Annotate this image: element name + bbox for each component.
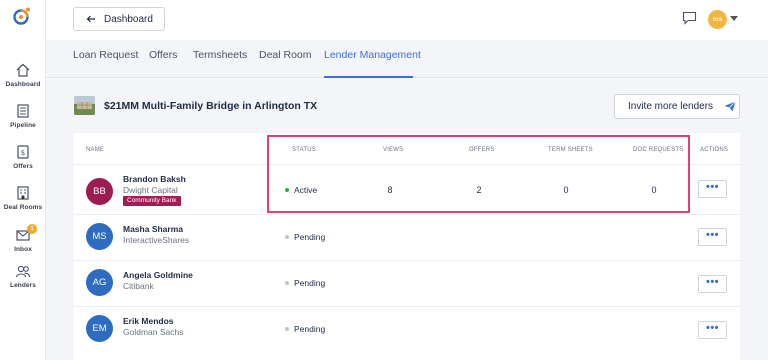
table-row: AG Angela Goldmine Citibank Pending ••• xyxy=(74,260,740,306)
deal-rooms-icon xyxy=(17,186,29,200)
status-badge: Pending xyxy=(285,324,325,334)
status-label: Pending xyxy=(294,324,326,334)
avatar: MS xyxy=(86,223,113,250)
sidebar-item-label: Deal Rooms xyxy=(3,204,43,211)
status-label: Pending xyxy=(294,232,326,242)
tab-bar: Loan Request Offers Termsheets Deal Room… xyxy=(46,40,768,78)
row-actions-button[interactable]: ••• xyxy=(698,180,727,198)
chevron-down-icon[interactable] xyxy=(730,16,738,21)
lender-type-badge: Community Bank xyxy=(123,196,181,206)
lender-company: Goldman Sachs xyxy=(123,327,184,337)
sidebar-item-dashboard[interactable]: Dashboard xyxy=(0,62,46,88)
sidebar-item-inbox[interactable]: 1 Inbox xyxy=(0,224,46,253)
sidebar-item-label: Lenders xyxy=(10,282,36,289)
home-icon xyxy=(16,63,30,77)
dashboard-button-label: Dashboard xyxy=(104,13,153,25)
row-actions-button[interactable]: ••• xyxy=(698,228,727,246)
lender-name: Angela Goldmine xyxy=(123,270,193,280)
dashboard-back-button[interactable]: Dashboard xyxy=(73,7,165,31)
lender-company: Dwight Capital xyxy=(123,185,178,195)
row-actions-button[interactable]: ••• xyxy=(698,275,727,293)
status-dot-icon xyxy=(285,281,289,285)
app-logo-icon[interactable] xyxy=(12,6,32,26)
lender-company: Citibank xyxy=(123,281,154,291)
status-dot-icon xyxy=(285,235,289,239)
svg-text:$: $ xyxy=(21,149,25,157)
tab-offers[interactable]: Offers xyxy=(149,49,177,61)
column-header-actions: ACTIONS xyxy=(700,147,729,153)
lender-name: Masha Sharma xyxy=(123,224,183,234)
user-avatar[interactable]: ms xyxy=(708,10,727,29)
invite-button-label: Invite more lenders xyxy=(628,101,714,112)
deal-thumbnail xyxy=(74,96,95,115)
chat-icon[interactable] xyxy=(682,11,697,25)
status-label: Pending xyxy=(294,278,326,288)
column-header-name: NAME xyxy=(86,147,105,153)
sidebar-item-lenders[interactable]: Lenders xyxy=(0,263,46,289)
pipeline-icon xyxy=(17,104,29,118)
sidebar-item-deal-rooms[interactable]: Deal Rooms xyxy=(0,185,46,211)
status-dot-icon xyxy=(285,327,289,331)
status-badge: Pending xyxy=(285,278,325,288)
sidebar-item-label: Inbox xyxy=(14,246,32,253)
table-row: EM Erik Mendos Goldman Sachs Pending ••• xyxy=(74,306,740,352)
send-icon xyxy=(724,101,736,112)
deal-title: $21MM Multi-Family Bridge in Arlington T… xyxy=(104,100,318,112)
sidebar-item-label: Pipeline xyxy=(10,122,36,129)
active-tab-indicator xyxy=(324,76,413,78)
lenders-icon xyxy=(15,265,31,278)
offers-icon: $ xyxy=(17,145,29,159)
tab-lender-management[interactable]: Lender Management xyxy=(324,49,421,61)
top-bar: Dashboard ms xyxy=(46,0,768,40)
avatar: AG xyxy=(86,269,113,296)
sidebar-item-label: Offers xyxy=(13,163,33,170)
status-badge: Pending xyxy=(285,232,325,242)
avatar: EM xyxy=(86,315,113,342)
tab-loan-request[interactable]: Loan Request xyxy=(73,49,138,61)
tab-termsheets[interactable]: Termsheets xyxy=(193,49,247,61)
highlight-box xyxy=(267,135,690,213)
tab-deal-room[interactable]: Deal Room xyxy=(259,49,312,61)
sidebar-item-offers[interactable]: $ Offers xyxy=(0,144,46,170)
invite-lenders-button[interactable]: Invite more lenders xyxy=(614,94,740,119)
table-row: MS Masha Sharma InteractiveShares Pendin… xyxy=(74,214,740,260)
avatar: BB xyxy=(86,178,113,205)
inbox-badge: 1 xyxy=(27,224,37,234)
sidebar: Dashboard Pipeline $ Offers Deal Rooms 1… xyxy=(0,0,46,360)
sidebar-item-pipeline[interactable]: Pipeline xyxy=(0,103,46,129)
lender-name: Erik Mendos xyxy=(123,316,174,326)
sidebar-item-label: Dashboard xyxy=(5,81,41,88)
arrow-left-icon xyxy=(86,15,95,23)
row-actions-button[interactable]: ••• xyxy=(698,321,727,339)
lender-name: Brandon Baksh xyxy=(123,174,186,184)
lender-company: InteractiveShares xyxy=(123,235,190,245)
